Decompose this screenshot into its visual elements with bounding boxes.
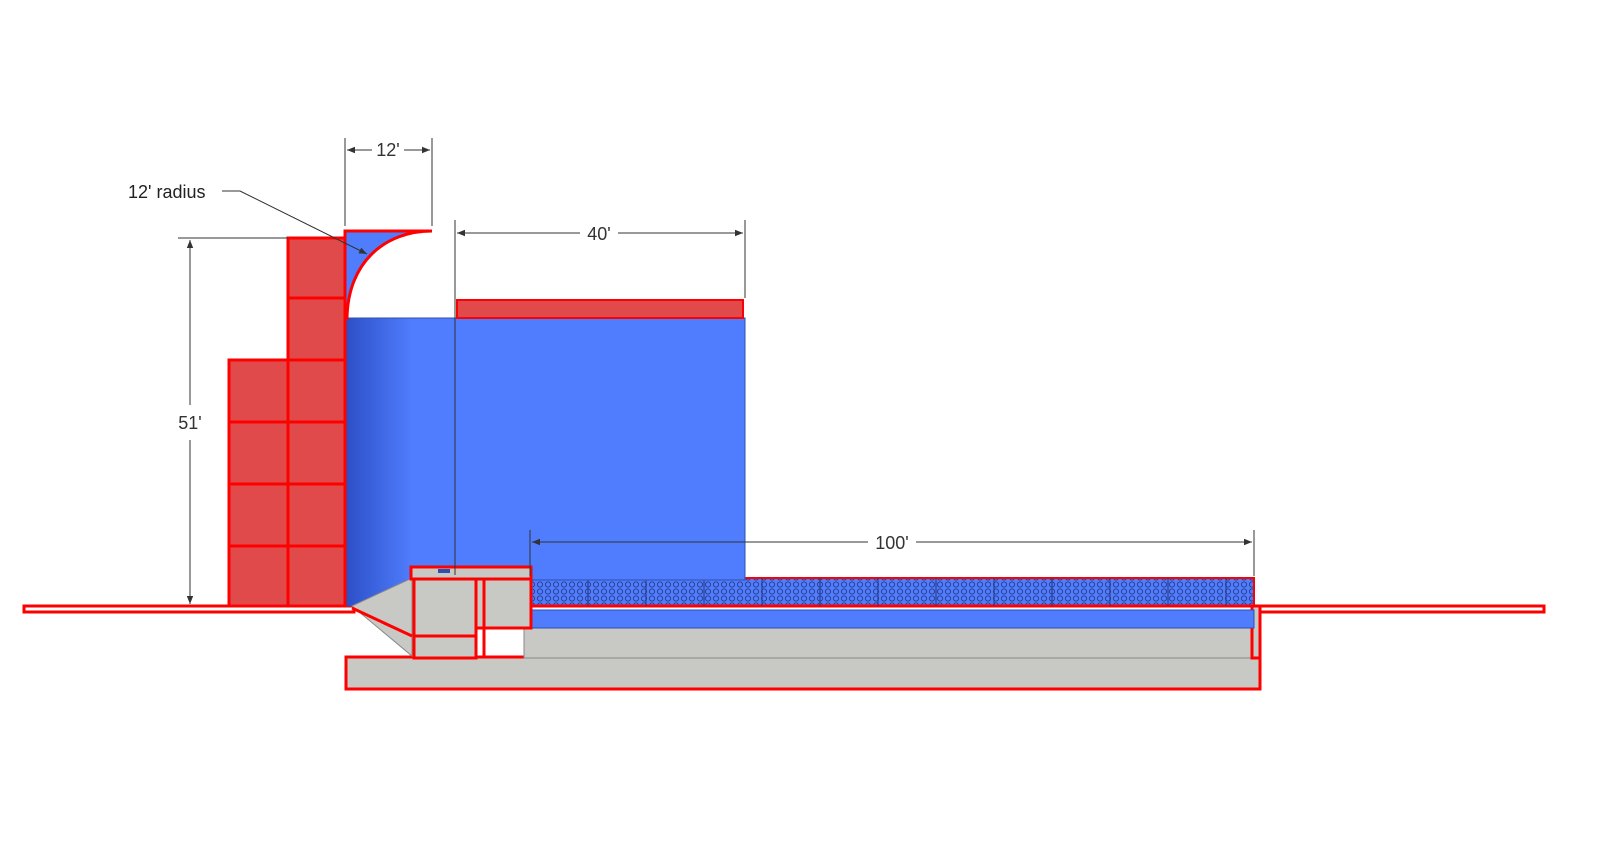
gate-marker xyxy=(438,569,450,573)
ground-line-right xyxy=(1252,604,1546,614)
dim-wall-height-label: 51' xyxy=(178,413,201,433)
block xyxy=(286,358,347,424)
pool-floor-concrete xyxy=(523,627,1255,659)
dim-pool-length-label: 100' xyxy=(875,533,908,553)
block xyxy=(227,482,290,548)
block xyxy=(227,544,290,608)
block xyxy=(286,296,347,362)
gate-housing-left xyxy=(412,576,478,660)
block xyxy=(286,482,347,548)
block xyxy=(227,420,290,486)
reservoir-water xyxy=(454,317,746,581)
dim-top-width-label: 12' xyxy=(376,140,399,160)
block-tower xyxy=(227,236,347,608)
foundation-slab xyxy=(344,655,1262,691)
block xyxy=(286,236,347,300)
curved-wave-lip xyxy=(343,229,433,320)
radius-callout-label: 12' radius xyxy=(128,182,205,202)
dimension-top-width: 12' xyxy=(344,138,433,226)
pool-water-shallow xyxy=(527,609,1255,629)
block xyxy=(286,420,347,486)
wave-pool-section-diagram: 12' 12' radius 51' 40' 100' xyxy=(22,138,1546,691)
gate-cap xyxy=(409,565,533,581)
block xyxy=(227,358,290,424)
dim-reservoir-width-label: 40' xyxy=(587,224,610,244)
pool-wave-surface xyxy=(529,577,1255,607)
block xyxy=(286,544,347,608)
reservoir-lid xyxy=(456,299,744,319)
falling-water-column xyxy=(346,317,456,607)
